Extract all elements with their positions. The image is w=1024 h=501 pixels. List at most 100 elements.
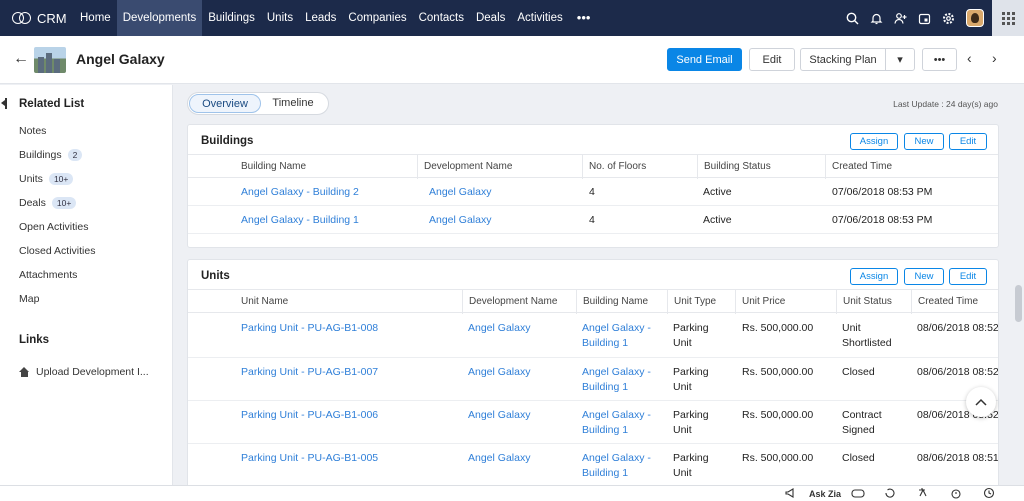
units-assign-button[interactable]: Assign bbox=[850, 268, 898, 285]
stacking-plan-button[interactable]: Stacking Plan bbox=[800, 48, 886, 71]
page-title: Angel Galaxy bbox=[76, 51, 165, 67]
history-icon[interactable] bbox=[983, 487, 995, 501]
nav-developments[interactable]: Developments bbox=[116, 0, 203, 36]
column-header[interactable]: Development Name bbox=[417, 155, 512, 179]
view-tabs: Overview Timeline bbox=[187, 92, 329, 115]
search-icon[interactable] bbox=[840, 0, 864, 36]
column-header[interactable]: Building Name bbox=[235, 155, 306, 179]
related-item-buildings[interactable]: Buildings 2 bbox=[19, 149, 83, 161]
nav-leads[interactable]: Leads bbox=[299, 0, 342, 36]
buildings-edit-button[interactable]: Edit bbox=[949, 133, 987, 150]
related-item-closed-activities[interactable]: Closed Activities bbox=[19, 245, 95, 257]
user-avatar[interactable] bbox=[966, 9, 984, 27]
next-record-icon[interactable]: › bbox=[992, 51, 997, 65]
apps-grid-icon[interactable] bbox=[992, 0, 1024, 36]
development-name-link[interactable]: Angel Galaxy bbox=[462, 365, 530, 380]
tab-timeline[interactable]: Timeline bbox=[262, 94, 324, 113]
send-email-button[interactable]: Send Email bbox=[667, 48, 742, 71]
column-header[interactable]: Created Time bbox=[825, 155, 892, 179]
unit-type-line: Parking bbox=[673, 409, 709, 421]
column-header[interactable]: Created Time bbox=[911, 290, 978, 314]
nav-companies[interactable]: Companies bbox=[342, 0, 412, 36]
floors-cell: 4 bbox=[589, 214, 595, 226]
building-name-link[interactable]: Angel Galaxy - Building 2 bbox=[235, 185, 359, 200]
nav-buildings[interactable]: Buildings bbox=[202, 0, 261, 36]
nav-home[interactable]: Home bbox=[74, 0, 117, 36]
gamepad-icon[interactable] bbox=[851, 487, 865, 501]
building-name-link[interactable]: Angel Galaxy - Building 1 bbox=[576, 321, 651, 351]
development-name-link[interactable]: Angel Galaxy bbox=[462, 408, 530, 423]
table-row[interactable]: Parking Unit - PU-AG-B1-008 Angel Galaxy… bbox=[188, 314, 998, 358]
related-list-title: Related List bbox=[19, 98, 85, 110]
previous-record-icon[interactable]: ‹ bbox=[967, 51, 972, 65]
table-row[interactable]: Angel Galaxy - Building 2 Angel Galaxy 4… bbox=[188, 178, 998, 206]
unit-price-cell: Rs. 500,000.00 bbox=[742, 409, 814, 421]
related-item-deals[interactable]: Deals 10+ bbox=[19, 197, 77, 209]
column-header[interactable]: Unit Price bbox=[735, 290, 785, 314]
nav-units[interactable]: Units bbox=[261, 0, 299, 36]
table-row[interactable]: Angel Galaxy - Building 1 Angel Galaxy 4… bbox=[188, 206, 998, 234]
building-name-line: Angel Galaxy - bbox=[582, 452, 651, 464]
table-row[interactable]: Parking Unit - PU-AG-B1-006 Angel Galaxy… bbox=[188, 401, 998, 444]
related-item-attachments[interactable]: Attachments bbox=[19, 269, 77, 281]
megaphone-icon[interactable] bbox=[785, 487, 797, 501]
user-plus-icon[interactable] bbox=[888, 0, 912, 36]
building-name-line: Angel Galaxy - bbox=[582, 409, 651, 421]
related-item-open-activities[interactable]: Open Activities bbox=[19, 221, 88, 233]
unit-name-link[interactable]: Parking Unit - PU-AG-B1-005 bbox=[235, 451, 378, 466]
building-name-link[interactable]: Angel Galaxy - Building 1 bbox=[235, 213, 359, 228]
nav-activities[interactable]: Activities bbox=[511, 0, 568, 36]
back-arrow-icon[interactable]: ← bbox=[13, 51, 29, 67]
upload-development-link[interactable]: Upload Development I... bbox=[19, 366, 149, 378]
unit-name-link[interactable]: Parking Unit - PU-AG-B1-008 bbox=[235, 321, 378, 336]
edit-button[interactable]: Edit bbox=[749, 48, 795, 71]
nav-deals[interactable]: Deals bbox=[470, 0, 511, 36]
unit-name-link[interactable]: Parking Unit - PU-AG-B1-007 bbox=[235, 365, 378, 380]
settings-icon[interactable] bbox=[936, 0, 960, 36]
scroll-to-top-button[interactable] bbox=[966, 387, 996, 417]
ask-zia-button[interactable]: Ask Zia bbox=[809, 487, 841, 501]
nav-more-button[interactable]: ••• bbox=[569, 0, 599, 36]
buildings-new-button[interactable]: New bbox=[904, 133, 944, 150]
building-name-link[interactable]: Angel Galaxy - Building 1 bbox=[576, 408, 651, 438]
column-header[interactable]: Unit Type bbox=[667, 290, 716, 314]
table-row[interactable]: Parking Unit - PU-AG-B1-005 Angel Galaxy… bbox=[188, 444, 998, 488]
column-header[interactable]: Unit Status bbox=[836, 290, 892, 314]
units-edit-button[interactable]: Edit bbox=[949, 268, 987, 285]
building-name-link[interactable]: Angel Galaxy - Building 1 bbox=[576, 365, 651, 395]
crm-logo[interactable]: CRM bbox=[0, 0, 74, 36]
table-row[interactable]: Parking Unit - PU-AG-B1-007 Angel Galaxy… bbox=[188, 358, 998, 401]
related-item-label: Deals bbox=[19, 197, 46, 209]
bell-icon[interactable] bbox=[864, 0, 888, 36]
related-item-notes[interactable]: Notes bbox=[19, 125, 46, 137]
development-name-link[interactable]: Angel Galaxy bbox=[462, 321, 530, 336]
nav-contacts[interactable]: Contacts bbox=[413, 0, 470, 36]
translate-icon[interactable] bbox=[918, 487, 930, 501]
scrollbar-thumb[interactable] bbox=[1015, 285, 1022, 322]
collapse-panel-icon[interactable] bbox=[1, 98, 7, 109]
column-header[interactable]: Development Name bbox=[462, 290, 557, 314]
buildings-assign-button[interactable]: Assign bbox=[850, 133, 898, 150]
column-header[interactable]: Building Status bbox=[697, 155, 771, 179]
unit-name-link[interactable]: Parking Unit - PU-AG-B1-006 bbox=[235, 408, 378, 423]
development-name-link[interactable]: Angel Galaxy bbox=[462, 451, 530, 466]
column-header[interactable]: Building Name bbox=[576, 290, 648, 314]
calendar-icon[interactable] bbox=[912, 0, 936, 36]
units-new-button[interactable]: New bbox=[904, 268, 944, 285]
development-name-link[interactable]: Angel Galaxy bbox=[423, 213, 491, 228]
tab-overview[interactable]: Overview bbox=[189, 94, 261, 113]
column-header[interactable]: Unit Name bbox=[235, 290, 288, 314]
brand-name: CRM bbox=[37, 10, 67, 26]
stacking-plan-dropdown[interactable]: ▾ bbox=[885, 48, 915, 71]
column-header[interactable]: No. of Floors bbox=[582, 155, 646, 179]
refresh-icon[interactable] bbox=[884, 487, 896, 501]
record-header: ← Angel Galaxy Send Email Edit Stacking … bbox=[0, 36, 1024, 84]
related-item-label: Units bbox=[19, 173, 43, 185]
alarm-clock-icon[interactable] bbox=[950, 487, 962, 501]
related-item-map[interactable]: Map bbox=[19, 293, 39, 305]
status-cell: Active bbox=[703, 214, 732, 226]
related-item-units[interactable]: Units 10+ bbox=[19, 173, 74, 185]
building-name-link[interactable]: Angel Galaxy - Building 1 bbox=[576, 451, 651, 481]
development-name-link[interactable]: Angel Galaxy bbox=[423, 185, 491, 200]
more-actions-button[interactable]: ••• bbox=[922, 48, 957, 71]
